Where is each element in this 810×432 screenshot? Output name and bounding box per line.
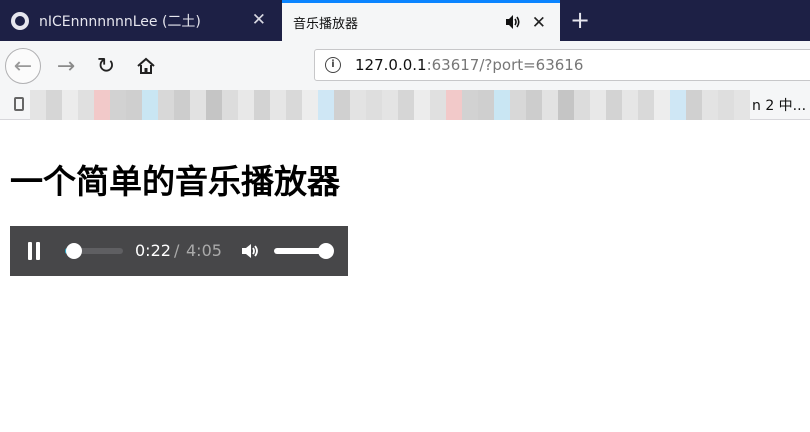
- time-separator: /: [174, 241, 180, 260]
- blurred-bookmark-block: [702, 90, 718, 120]
- blurred-bookmark-block: [222, 90, 238, 120]
- blurred-bookmark-block: [206, 90, 222, 120]
- reload-icon: ↻: [96, 53, 116, 79]
- blurred-bookmark-block: [30, 90, 46, 120]
- url-text[interactable]: 127.0.0.1:63617/?port=63616: [355, 56, 583, 74]
- reload-button[interactable]: ↻: [88, 48, 124, 84]
- blurred-bookmark-block: [494, 90, 510, 120]
- tab-bar: nICEnnnnnnnLee (二土) ✕ 音乐播放器 ✕ +: [0, 0, 810, 41]
- blurred-bookmark-block: [734, 90, 750, 120]
- url-bar[interactable]: i 127.0.0.1:63617/?port=63616: [314, 49, 810, 81]
- blurred-bookmark-block: [270, 90, 286, 120]
- blurred-bookmark-block: [350, 90, 366, 120]
- blurred-bookmark-block: [382, 90, 398, 120]
- blurred-bookmark-block: [622, 90, 638, 120]
- blurred-bookmark-block: [158, 90, 174, 120]
- tab-title: 音乐播放器: [293, 16, 359, 32]
- blurred-bookmark-block: [238, 90, 254, 120]
- blurred-bookmark-block: [446, 90, 462, 120]
- home-button[interactable]: [128, 48, 164, 84]
- progress-slider[interactable]: [65, 243, 123, 259]
- blurred-bookmark-block: [142, 90, 158, 120]
- blurred-bookmark-block: [558, 90, 574, 120]
- bookmark-item[interactable]: n 2 中...: [752, 95, 806, 115]
- blurred-bookmark-block: [78, 90, 94, 120]
- blurred-bookmark-block: [718, 90, 734, 120]
- current-time: 0:22: [135, 241, 171, 260]
- blurred-bookmark-block: [574, 90, 590, 120]
- tab-title: nICEnnnnnnnLee (二土): [39, 13, 201, 30]
- info-icon[interactable]: i: [325, 57, 341, 73]
- blurred-bookmark-block: [302, 90, 318, 120]
- blurred-bookmark-block: [478, 90, 494, 120]
- blurred-bookmark-block: [590, 90, 606, 120]
- blurred-bookmark-block: [190, 90, 206, 120]
- folder-icon[interactable]: [14, 97, 24, 111]
- plus-icon[interactable]: +: [570, 6, 590, 34]
- blurred-bookmark-block: [174, 90, 190, 120]
- total-time: 4:05: [186, 241, 222, 260]
- blurred-bookmark-block: [542, 90, 558, 120]
- blurred-bookmark-block: [398, 90, 414, 120]
- blurred-bookmark-block: [318, 90, 334, 120]
- arrow-left-icon: ←: [13, 53, 33, 79]
- blurred-bookmark-block: [46, 90, 62, 120]
- blurred-bookmark-block: [670, 90, 686, 120]
- forward-button[interactable]: →: [48, 48, 84, 84]
- github-icon: [11, 11, 29, 30]
- audio-player: 0:22 / 4:05: [10, 226, 348, 276]
- tab-music-player[interactable]: 音乐播放器 ✕: [282, 0, 560, 41]
- blurred-bookmark-block: [126, 90, 142, 120]
- blurred-bookmark-block: [638, 90, 654, 120]
- blurred-bookmark-block: [686, 90, 702, 120]
- blurred-bookmark-block: [510, 90, 526, 120]
- blurred-bookmark-block: [94, 90, 110, 120]
- url-host: 127.0.0.1: [355, 56, 427, 74]
- speaker-icon[interactable]: [504, 13, 522, 31]
- blurred-bookmark-block: [430, 90, 446, 120]
- close-icon[interactable]: ✕: [532, 13, 546, 33]
- home-icon: [137, 57, 155, 74]
- arrow-right-icon: →: [56, 53, 76, 79]
- pause-icon[interactable]: [27, 242, 41, 260]
- navigation-bar: ← → ↻ i 127.0.0.1:63617/?port=63616: [0, 41, 810, 90]
- blurred-bookmark-block: [254, 90, 270, 120]
- volume-slider[interactable]: [274, 243, 334, 259]
- blurred-bookmark-block: [414, 90, 430, 120]
- volume-thumb[interactable]: [318, 243, 334, 259]
- page-title: 一个简单的音乐播放器: [10, 162, 340, 201]
- tab-github[interactable]: nICEnnnnnnnLee (二土) ✕: [0, 0, 280, 41]
- blurred-bookmark-block: [366, 90, 382, 120]
- blurred-bookmark-block: [62, 90, 78, 120]
- url-path: :63617/?port=63616: [426, 56, 584, 74]
- progress-thumb[interactable]: [66, 243, 83, 259]
- blurred-bookmark-block: [110, 90, 126, 120]
- blurred-bookmark-block: [462, 90, 478, 120]
- blurred-bookmark-block: [654, 90, 670, 120]
- blurred-bookmark-block: [606, 90, 622, 120]
- close-icon[interactable]: ✕: [252, 10, 266, 30]
- back-button[interactable]: ←: [5, 48, 41, 84]
- blurred-bookmark-block: [526, 90, 542, 120]
- blurred-bookmark-block: [334, 90, 350, 120]
- volume-icon[interactable]: [240, 241, 260, 261]
- bookmarks-bar: n 2 中...: [0, 90, 810, 120]
- blurred-bookmark-block: [286, 90, 302, 120]
